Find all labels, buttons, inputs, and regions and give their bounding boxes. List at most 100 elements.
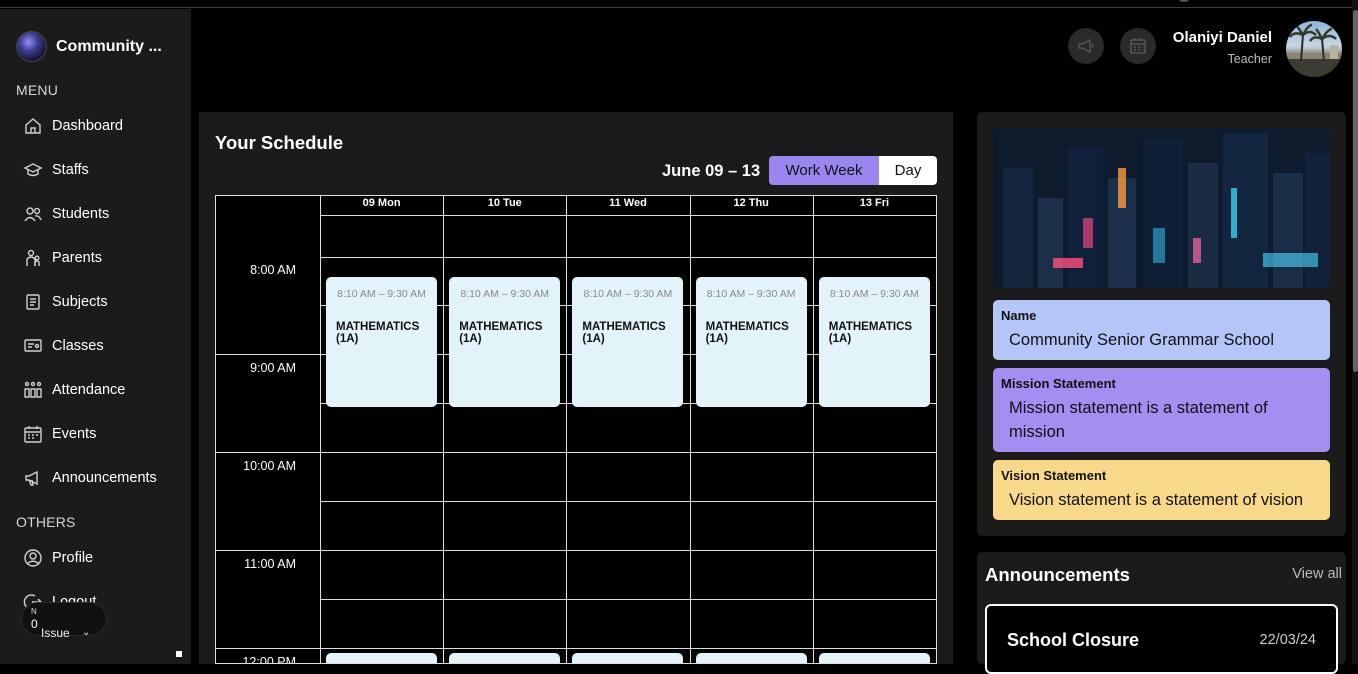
sidebar-item-label: Profile bbox=[52, 550, 94, 566]
sidebar-item-staffs[interactable]: Staffs bbox=[0, 148, 191, 192]
event-time: 8:10 AM – 9:30 AM bbox=[460, 288, 550, 300]
issue-label: Issue bbox=[41, 626, 70, 640]
view-toggle: Work Week Day bbox=[769, 156, 937, 185]
hour-divider bbox=[216, 648, 936, 649]
school-name-value: Community Senior Grammar School bbox=[1009, 331, 1274, 349]
sidebar-item-label: Events bbox=[52, 426, 97, 442]
schedule-event[interactable]: 8:10 AM – 9:30 AM MATHEMATICS (1A) bbox=[572, 277, 684, 407]
issue-widget[interactable]: N 0 Issue ⌄ bbox=[21, 602, 107, 640]
classroom-icon bbox=[24, 339, 42, 352]
attendance-grid-icon bbox=[24, 381, 42, 398]
sidebar-item-label: Parents bbox=[52, 250, 102, 266]
mission-label: Mission Statement bbox=[1001, 376, 1116, 391]
day-column-divider bbox=[566, 196, 568, 663]
day-column-divider bbox=[689, 196, 691, 663]
resize-handle bbox=[176, 651, 182, 657]
brand-name: Community ... bbox=[56, 37, 162, 55]
hour-divider bbox=[216, 550, 936, 551]
calendar-grid[interactable]: 09 Mon 10 Tue 11 Wed 12 Thu 13 Fri 8:00 AM 9:0… bbox=[215, 195, 937, 664]
user-role: Teacher bbox=[1227, 52, 1272, 66]
schedule-event[interactable]: 8:10 AM – 9:30 AM MATHEMATICS (1A) bbox=[818, 277, 930, 407]
school-logo bbox=[16, 31, 47, 62]
time-slot-label: 9:00 AM bbox=[250, 361, 296, 375]
sidebar-item-announcements[interactable]: Announcements bbox=[0, 456, 191, 500]
main-menu: Dashboard Staffs Students Parents Subjec… bbox=[0, 104, 191, 500]
others-section-label: OTHERS bbox=[16, 514, 76, 530]
sidebar-item-attendance[interactable]: Attendance bbox=[0, 368, 191, 412]
user-circle-icon bbox=[24, 549, 42, 567]
avatar[interactable] bbox=[1286, 21, 1342, 77]
sidebar-item-classes[interactable]: Classes bbox=[0, 324, 191, 368]
sidebar-item-events[interactable]: Events bbox=[0, 412, 191, 456]
school-name-label: Name bbox=[1001, 308, 1037, 323]
book-icon bbox=[26, 294, 40, 310]
sidebar-item-dashboard[interactable]: Dashboard bbox=[0, 104, 191, 148]
calendar-icon bbox=[1130, 38, 1146, 54]
megaphone-icon bbox=[1078, 38, 1094, 54]
day-header: 11 Wed bbox=[609, 197, 647, 209]
hour-divider bbox=[216, 452, 936, 453]
school-info-panel: Name Community Senior Grammar School Mis… bbox=[977, 112, 1346, 536]
mission-card: Mission Statement Mission statement is a… bbox=[993, 368, 1330, 452]
announcements-title: Announcements bbox=[985, 564, 1130, 585]
announcement-button[interactable] bbox=[1068, 28, 1104, 64]
user-name: Olaniyi Daniel bbox=[1172, 29, 1272, 46]
sidebar-item-profile[interactable]: Profile bbox=[0, 536, 191, 580]
header-divider bbox=[320, 215, 936, 216]
brand[interactable]: Community ... bbox=[16, 31, 162, 62]
vision-card: Vision Statement Vision statement is a s… bbox=[993, 460, 1330, 520]
event-title: MATHEMATICS (1A) bbox=[582, 321, 666, 345]
day-column-divider bbox=[812, 196, 814, 663]
sidebar-item-label: Classes bbox=[52, 338, 104, 354]
schedule-event-next[interactable] bbox=[449, 653, 561, 663]
event-time: 8:10 AM – 9:30 AM bbox=[829, 288, 919, 300]
schedule-event-next[interactable] bbox=[572, 653, 684, 663]
day-button[interactable]: Day bbox=[879, 156, 937, 185]
city-image bbox=[993, 128, 1330, 288]
announcement-date: 22/03/24 bbox=[1259, 632, 1316, 648]
sidebar-item-label: Students bbox=[52, 206, 110, 222]
view-all-link[interactable]: View all bbox=[1292, 566, 1342, 582]
day-header: 12 Thu bbox=[733, 197, 769, 209]
megaphone-icon bbox=[25, 470, 38, 486]
sidebar-item-parents[interactable]: Parents bbox=[0, 236, 191, 280]
event-title: MATHEMATICS (1A) bbox=[459, 321, 543, 345]
calendar-icon bbox=[24, 426, 42, 443]
day-column-divider bbox=[443, 196, 445, 663]
event-title: MATHEMATICS (1A) bbox=[828, 321, 913, 345]
schedule-event[interactable]: 8:10 AM – 9:30 AM MATHEMATICS (1A) bbox=[449, 277, 561, 407]
users-icon bbox=[24, 207, 42, 222]
sidebar-item-students[interactable]: Students bbox=[0, 192, 191, 236]
chevron-down-icon: ⌄ bbox=[82, 627, 91, 638]
schedule-event-next[interactable] bbox=[818, 653, 930, 663]
event-time: 8:10 AM – 9:30 AM bbox=[583, 288, 673, 300]
schedule-event[interactable]: 8:10 AM – 9:30 AM MATHEMATICS (1A) bbox=[326, 277, 437, 407]
issue-n: N bbox=[31, 607, 37, 616]
parents-icon bbox=[26, 249, 40, 266]
time-slot-label: 12:00 PM bbox=[242, 655, 296, 664]
all-day-divider bbox=[320, 257, 936, 258]
home-icon bbox=[25, 118, 41, 134]
work-week-button[interactable]: Work Week bbox=[769, 156, 879, 185]
sidebar-item-subjects[interactable]: Subjects bbox=[0, 280, 191, 324]
menu-section-label: MENU bbox=[16, 82, 59, 98]
sidebar-item-label: Staffs bbox=[52, 162, 89, 178]
day-header: 13 Fri bbox=[859, 197, 890, 209]
event-time: 8:10 AM – 9:30 AM bbox=[706, 288, 796, 300]
day-header: 10 Tue bbox=[487, 197, 522, 209]
top-bar bbox=[0, 0, 1358, 8]
schedule-event-next[interactable] bbox=[695, 653, 807, 663]
day-column-divider bbox=[320, 196, 321, 663]
sidebar-item-label: Dashboard bbox=[52, 118, 123, 134]
issue-count: 0 bbox=[31, 617, 38, 631]
schedule-event-next[interactable] bbox=[326, 653, 437, 663]
sidebar: Community ... MENU Dashboard Staffs Stud… bbox=[0, 9, 191, 664]
announcement-title: School Closure bbox=[1007, 630, 1140, 650]
event-title: MATHEMATICS (1A) bbox=[336, 321, 420, 345]
event-title: MATHEMATICS (1A) bbox=[705, 321, 789, 345]
vision-value: Vision statement is a statement of visio… bbox=[1009, 491, 1304, 509]
schedule-event[interactable]: 8:10 AM – 9:30 AM MATHEMATICS (1A) bbox=[695, 277, 807, 407]
scrollbar-thumb[interactable] bbox=[1353, 10, 1358, 372]
calendar-button[interactable] bbox=[1120, 28, 1156, 64]
time-slot-label: 10:00 AM bbox=[243, 459, 296, 473]
